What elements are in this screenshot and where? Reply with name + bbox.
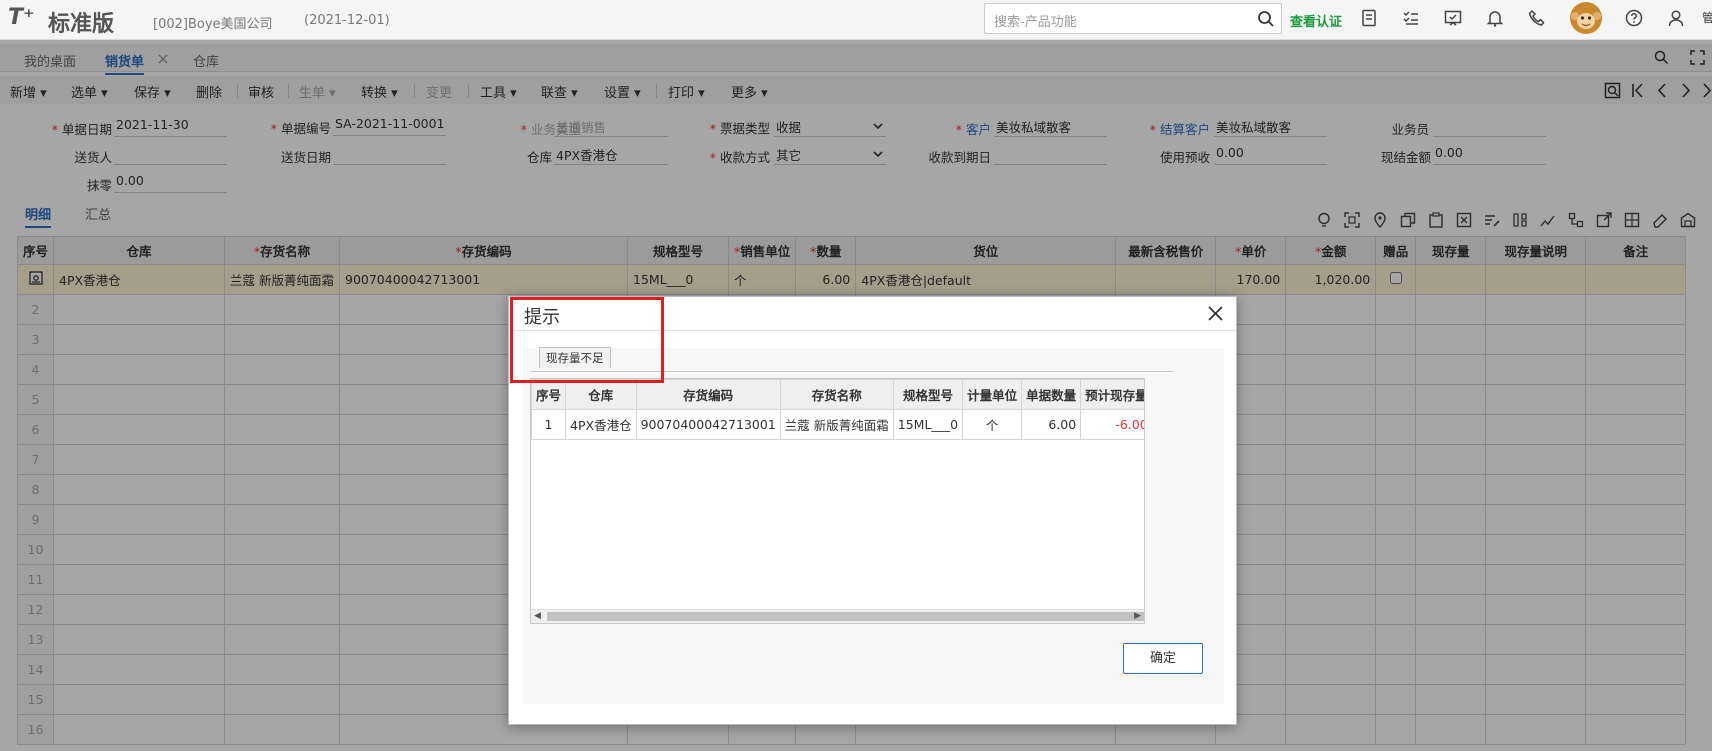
cell-expected-stock: -6.00 xyxy=(1080,409,1144,440)
calculator-icon[interactable] xyxy=(1360,9,1378,27)
help-icon[interactable] xyxy=(1625,9,1643,27)
cell-spec: 15ML___0 xyxy=(892,409,964,440)
user-label[interactable]: 管 xyxy=(1702,9,1712,26)
message-icon[interactable] xyxy=(1444,9,1462,27)
table-row[interactable]: 1 4PX香港仓 90070400042713001 兰蔻 新版菁纯面霜 15M… xyxy=(531,409,1144,440)
mascot-avatar[interactable] xyxy=(1570,2,1602,34)
cell-name: 兰蔻 新版菁纯面霜 xyxy=(779,409,894,440)
col-header: 存货编码 xyxy=(635,379,781,410)
col-header: 仓库 xyxy=(565,379,637,410)
scroll-left-icon[interactable]: ◀ xyxy=(534,611,541,621)
phone-icon[interactable] xyxy=(1528,9,1546,27)
col-header: 序号 xyxy=(531,379,567,410)
scroll-thumb[interactable] xyxy=(547,612,1144,621)
user-icon[interactable] xyxy=(1667,9,1685,27)
stock-grid-header: 序号 仓库 存货编码 存货名称 规格型号 计量单位 单据数量 预计现存量 xyxy=(531,379,1144,410)
horizontal-scrollbar[interactable]: ◀ ▶ xyxy=(531,609,1144,623)
top-bar: T⁺ 标准版 [002]Boye美国公司 (2021-12-01) 搜索-产品功… xyxy=(0,0,1712,40)
verify-link[interactable]: 查看认证 xyxy=(1290,11,1342,30)
col-header: 存货名称 xyxy=(779,379,894,410)
cell-warehouse: 4PX香港仓 xyxy=(565,409,637,440)
cell-qty: 6.00 xyxy=(1021,409,1082,440)
highlight-box xyxy=(510,297,664,383)
bell-icon[interactable] xyxy=(1486,9,1504,27)
col-header: 计量单位 xyxy=(962,379,1023,410)
dialog-body: 现存量不足 序号 仓库 存货编码 存货名称 规格型号 计量单位 单据数量 预计现… xyxy=(523,347,1224,704)
col-header: 单据数量 xyxy=(1021,379,1082,410)
company-name[interactable]: [002]Boye美国公司 xyxy=(153,13,273,32)
stock-grid: 序号 仓库 存货编码 存货名称 规格型号 计量单位 单据数量 预计现存量 1 4… xyxy=(530,378,1145,624)
scroll-right-icon[interactable]: ▶ xyxy=(1134,611,1141,621)
logo-text: 标准版 xyxy=(48,12,115,37)
search-input[interactable]: 搜索-产品功能 xyxy=(984,3,1282,34)
search-icon[interactable] xyxy=(1257,10,1275,28)
col-header: 规格型号 xyxy=(892,379,964,410)
period-date: (2021-12-01) xyxy=(304,13,390,28)
logo-mark: T⁺ xyxy=(8,5,35,30)
monkey-icon xyxy=(1571,4,1601,32)
task-list-icon[interactable] xyxy=(1402,9,1420,27)
col-header: 预计现存量 xyxy=(1080,379,1144,410)
search-placeholder: 搜索-产品功能 xyxy=(994,15,1077,30)
cell-no: 1 xyxy=(531,409,567,440)
cell-unit: 个 xyxy=(962,409,1023,440)
ok-button[interactable]: 确定 xyxy=(1123,643,1203,674)
close-icon[interactable] xyxy=(1207,305,1224,322)
cell-code: 90070400042713001 xyxy=(635,409,781,440)
